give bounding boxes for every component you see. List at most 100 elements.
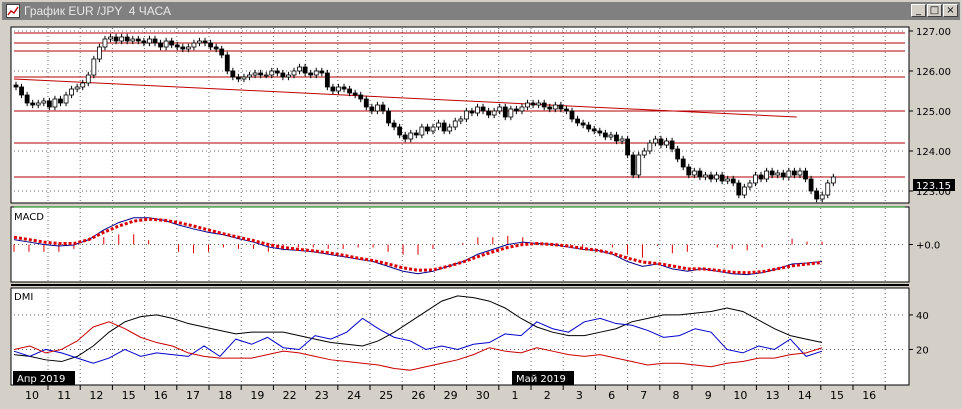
candle-body	[525, 102, 530, 108]
candle-body	[697, 170, 703, 178]
candle-body	[369, 106, 375, 112]
candle-body	[113, 36, 119, 42]
candle-body	[108, 36, 113, 40]
candle-body	[575, 118, 580, 124]
candle-body	[814, 190, 820, 200]
date-label: 10	[25, 389, 39, 402]
candle-body	[235, 76, 241, 80]
candle-body	[230, 70, 236, 78]
candle-body	[408, 132, 414, 140]
date-label: 1	[512, 389, 519, 402]
candle-body	[386, 110, 391, 124]
last-price-label: 123.15	[916, 181, 951, 192]
candle-body	[725, 178, 731, 182]
date-label: 25	[379, 389, 393, 402]
candle-body	[30, 102, 36, 106]
candle-body	[319, 70, 325, 74]
candle-body	[63, 94, 69, 104]
candle-body	[808, 178, 814, 192]
candle-body	[753, 174, 758, 184]
candle-body	[169, 40, 175, 46]
date-label: 23	[315, 389, 329, 402]
candle-body	[541, 102, 547, 108]
candle-body	[152, 38, 158, 44]
candle-body	[653, 138, 658, 144]
date-label: 14	[798, 389, 812, 402]
candle-body	[208, 42, 214, 48]
candle-body	[564, 108, 569, 112]
candle-body	[741, 186, 747, 196]
candle-body	[758, 174, 764, 180]
candle-body	[825, 182, 831, 196]
candle-body	[463, 110, 469, 120]
candle-body	[336, 86, 341, 92]
candle-body	[514, 108, 519, 112]
candle-body	[536, 102, 542, 106]
candle-body	[213, 46, 219, 50]
candle-body	[35, 102, 41, 106]
candle-body	[636, 154, 642, 176]
candle-body	[475, 106, 480, 114]
candle-body	[302, 66, 308, 74]
chart-window: График EUR /JPY 4 ЧАСА _ □ × 127.00 126.0…	[0, 0, 962, 409]
date-label: 24	[347, 389, 361, 402]
candle-body	[769, 170, 775, 176]
candle-body	[263, 74, 269, 77]
candle-body	[792, 170, 797, 176]
candle-body	[819, 194, 825, 200]
candle-body	[630, 154, 636, 176]
dmi-label: DMI	[14, 292, 33, 303]
macd-label: MACD	[14, 212, 44, 223]
date-label: 3	[576, 389, 583, 402]
candle-body	[608, 134, 614, 138]
date-label: 8	[673, 389, 680, 402]
candle-body	[680, 158, 686, 168]
candle-body	[24, 94, 30, 104]
candle-body	[313, 70, 319, 76]
candle-body	[719, 174, 725, 182]
candle-body	[74, 86, 80, 90]
candle-body	[247, 74, 252, 78]
candle-body	[97, 46, 102, 60]
candle-body	[691, 170, 697, 176]
date-label: 17	[186, 389, 200, 402]
candle-body	[286, 74, 291, 78]
candle-body	[380, 104, 386, 112]
candle-body	[497, 106, 503, 112]
candle-body	[102, 38, 108, 48]
candle-body	[775, 172, 781, 176]
candle-body	[486, 110, 492, 116]
candle-body	[547, 106, 553, 110]
candle-body	[703, 174, 708, 178]
candle-body	[530, 102, 536, 106]
candle-body	[780, 172, 786, 178]
candle-body	[41, 100, 47, 104]
date-label: 12	[89, 389, 103, 402]
candle-body	[797, 170, 803, 176]
candle-body	[330, 86, 336, 92]
candle-body	[730, 178, 736, 184]
candle-body	[397, 126, 403, 136]
date-label: 10	[733, 389, 747, 402]
date-label: 15	[122, 389, 136, 402]
candle-body	[614, 134, 619, 142]
candle-body	[130, 38, 136, 42]
candle-body	[430, 126, 436, 132]
candle-body	[158, 42, 163, 48]
candle-body	[625, 138, 630, 156]
candle-body	[580, 122, 586, 126]
date-label: 18	[218, 389, 232, 402]
candle-body	[297, 66, 302, 72]
candle-body	[436, 122, 441, 128]
candle-body	[591, 128, 597, 132]
candle-body	[402, 134, 408, 140]
candle-body	[586, 124, 592, 130]
candle-body	[358, 94, 364, 100]
candle-body	[714, 174, 719, 180]
candle-body	[569, 110, 575, 120]
candle-body	[669, 140, 675, 150]
candle-body	[252, 72, 258, 76]
candle-body	[363, 98, 369, 108]
candle-body	[191, 42, 197, 48]
candle-body	[374, 104, 380, 112]
